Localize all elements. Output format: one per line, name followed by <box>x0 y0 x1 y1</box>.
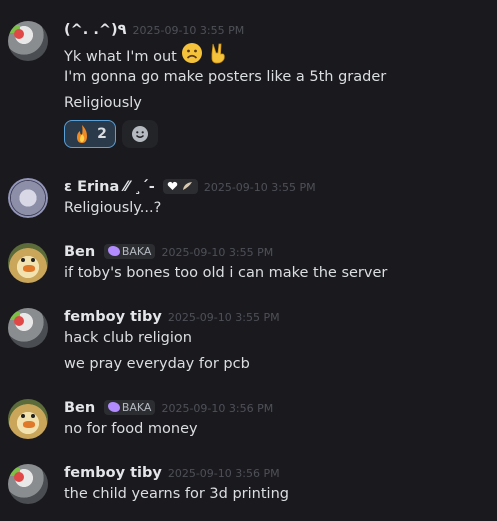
timestamp: 2025-09-10 3:56 PM <box>167 467 280 480</box>
author-name[interactable]: femboy tiby <box>64 309 162 325</box>
author-name[interactable]: Ben <box>64 244 95 260</box>
author-name[interactable]: Ben <box>64 400 95 416</box>
fire-icon <box>77 125 88 143</box>
message-text: Religiously <box>64 95 142 111</box>
role-tag: BAKA <box>103 400 156 415</box>
timestamp: 2025-09-10 3:55 PM <box>203 181 316 194</box>
reaction-count: 2 <box>97 126 107 142</box>
shell-icon <box>182 182 192 190</box>
gem-icon <box>107 402 120 412</box>
heart-icon <box>168 181 178 190</box>
avatar[interactable] <box>8 243 48 283</box>
avatar[interactable] <box>8 21 48 61</box>
message-text: Yk what I'm out <box>64 49 177 65</box>
avatar[interactable] <box>8 464 48 504</box>
avatar[interactable] <box>8 308 48 348</box>
author-name[interactable]: (^. .^)٩ <box>64 22 126 38</box>
role-tag: BAKA <box>103 244 156 259</box>
message-text: we pray everyday for pcb <box>64 356 250 372</box>
timestamp: 2025-09-10 3:56 PM <box>161 402 274 415</box>
message-text: Religiously...? <box>64 200 162 216</box>
gem-icon <box>107 246 120 256</box>
victory-hand-icon <box>211 43 225 64</box>
timestamp: 2025-09-10 3:55 PM <box>167 311 280 324</box>
message-text: no for food money <box>64 421 198 437</box>
author-name[interactable]: femboy tiby <box>64 465 162 481</box>
worried-face-icon <box>182 43 203 63</box>
message-text: if toby's bones too old i can make the s… <box>64 265 388 281</box>
user-badges <box>163 179 198 194</box>
message-text: the child yearns for 3d printing <box>64 486 289 502</box>
message-text: hack club religion <box>64 330 192 346</box>
smile-icon <box>132 126 148 142</box>
author-name[interactable]: ε Erina ⁄⁄ ¸´- <box>64 179 155 195</box>
message-text: I'm gonna go make posters like a 5th gra… <box>64 69 387 85</box>
avatar[interactable] <box>8 399 48 439</box>
avatar[interactable] <box>8 178 48 218</box>
add-reaction-button[interactable] <box>122 120 158 148</box>
timestamp: 2025-09-10 3:55 PM <box>161 246 274 259</box>
timestamp: 2025-09-10 3:55 PM <box>132 24 245 37</box>
reaction-fire[interactable]: 2 <box>64 120 116 148</box>
